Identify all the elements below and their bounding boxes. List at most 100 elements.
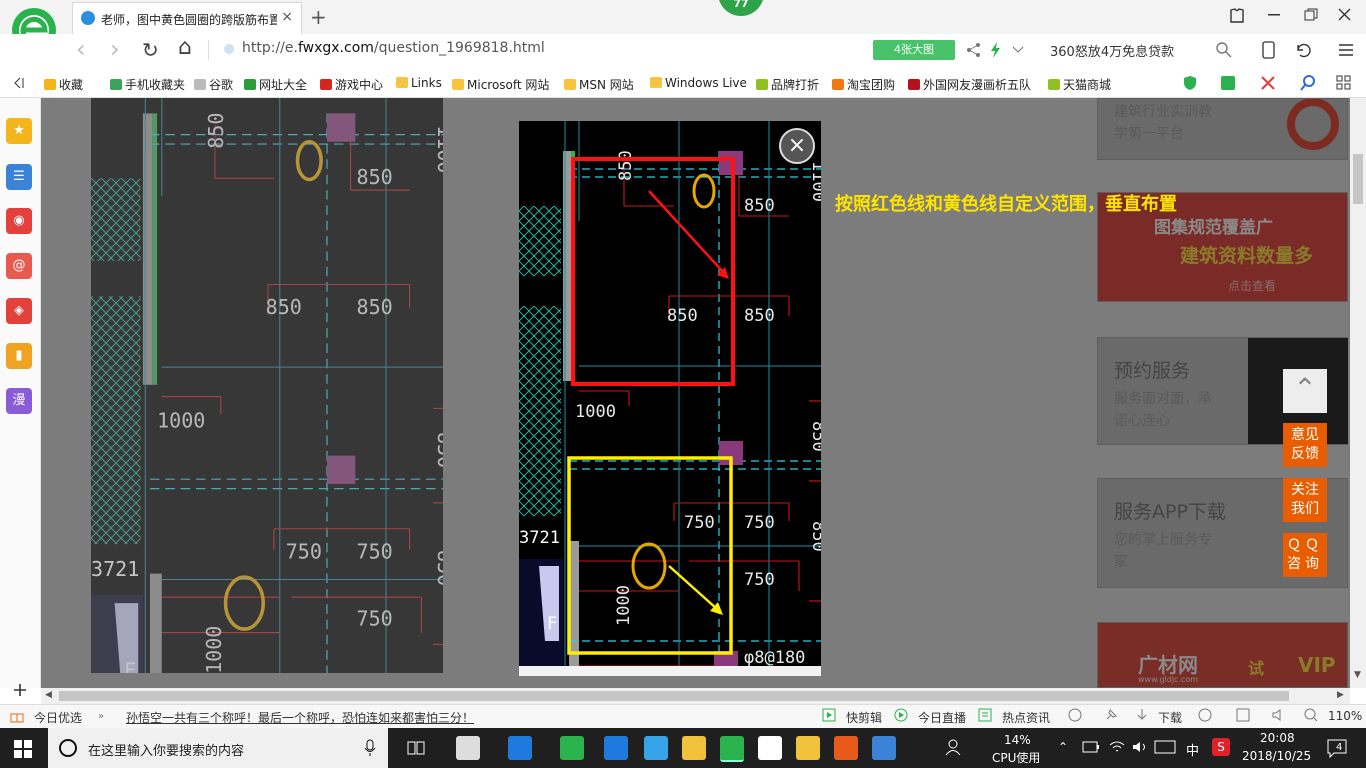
collapse-left-icon[interactable] (12, 77, 24, 89)
back-button[interactable]: ‹ (76, 35, 86, 63)
vertical-scrollbar[interactable]: ▼ (1350, 98, 1366, 688)
people-icon[interactable] (944, 738, 962, 756)
big-picture-button[interactable]: 4张大图 (873, 40, 955, 60)
shirt-skin-icon[interactable] (1228, 7, 1246, 25)
bookmark-item[interactable]: 收藏 (44, 76, 83, 93)
browser-360-app-icon[interactable] (508, 736, 532, 760)
tab-close-icon[interactable]: × (281, 9, 293, 25)
weibo-icon[interactable]: ◉ (6, 208, 32, 234)
search-icon[interactable] (1216, 42, 1232, 58)
download-label[interactable]: 下载 (1158, 709, 1182, 726)
feedback-button[interactable]: 意见 反馈 (1283, 423, 1327, 467)
clock-date[interactable]: 2018/10/25 (1242, 749, 1311, 763)
apps-grid-icon[interactable] (1336, 75, 1352, 91)
lightning-icon[interactable] (990, 42, 1002, 58)
edge-app-icon[interactable] (604, 736, 628, 760)
restore-icon[interactable] (1304, 8, 1318, 22)
refresh-button[interactable]: ↻ (142, 38, 159, 62)
search-ad-text[interactable]: 360怒放4万免息贷款 (1050, 41, 1174, 60)
quick-edit[interactable]: 快剪辑 (846, 709, 882, 726)
game-icon[interactable]: ◈ (6, 298, 32, 324)
favorites-star-icon[interactable]: ★ (6, 118, 32, 144)
back-to-top-button[interactable]: ⌃ (1283, 369, 1327, 413)
minimize-icon[interactable] (1268, 14, 1282, 18)
bookmark-item[interactable]: Windows Live (650, 76, 747, 90)
ie-icon[interactable] (1198, 708, 1212, 722)
bookmark-item[interactable]: MSN 网站 (564, 76, 634, 93)
volume-icon[interactable] (1132, 740, 1150, 754)
pin-icon[interactable] (1104, 708, 1118, 722)
today-live[interactable]: 今日直播 (918, 709, 966, 726)
today-picks[interactable]: 今日优选 (34, 709, 82, 726)
file-explorer-app-icon[interactable] (682, 736, 706, 760)
add-sidebar-icon[interactable] (12, 682, 28, 698)
vertical-scroll-thumb[interactable] (1353, 154, 1363, 204)
keyboard-icon[interactable] (1154, 740, 1176, 754)
zoom-level[interactable]: 110% (1328, 709, 1362, 723)
browser-tab[interactable]: 老师，图中黄色圆圈的跨版筋布置 × (72, 2, 302, 34)
pdf-app-icon[interactable] (834, 736, 858, 760)
forward-button[interactable]: › (110, 35, 120, 63)
shield-icon[interactable] (1183, 75, 1197, 91)
bookmark-item[interactable]: 网址大全 (244, 76, 307, 93)
news-ticker-link[interactable]: 孙悟空一共有三个称呼！最后一个称呼，恐怕连如来都害怕三分！ (126, 709, 474, 726)
mobile-icon[interactable] (1262, 41, 1276, 59)
viewer-close-button[interactable]: × (779, 128, 815, 164)
speaker-icon[interactable] (1272, 708, 1288, 722)
download-icon[interactable] (1136, 708, 1148, 722)
url-field[interactable]: http://e.fwxgx.com/question_1969818.html (242, 40, 545, 56)
pinwheel-app-icon[interactable] (456, 736, 480, 760)
share-icon[interactable] (966, 42, 982, 58)
windows-start-icon[interactable] (14, 740, 32, 758)
speed-icon[interactable] (1068, 708, 1082, 722)
menu-icon[interactable] (1338, 42, 1354, 58)
window-icon[interactable] (1236, 708, 1250, 722)
search-tool-icon[interactable] (1300, 75, 1316, 91)
wifi-icon[interactable] (1108, 739, 1126, 755)
bookmark-item[interactable]: 品牌打折 (756, 76, 819, 93)
bottom-ad[interactable]: 广材网 www.gldjc.com 试 VIP (1097, 622, 1348, 688)
scroll-right-arrow-icon[interactable]: ▶ (1337, 690, 1344, 700)
qq-consult-button[interactable]: ＱＱ 咨询 (1283, 533, 1327, 577)
close-window-icon[interactable] (1338, 8, 1352, 22)
bookmark-item[interactable]: 手机收藏夹 (110, 76, 185, 93)
news-icon[interactable]: ☰ (6, 164, 32, 190)
scroll-down-arrow-icon[interactable]: ▼ (1354, 670, 1361, 680)
sogou-ime-icon[interactable]: S (1212, 738, 1230, 756)
bookmark-item[interactable]: Links (396, 76, 442, 90)
horizontal-scrollbar[interactable]: ◀ ▶ (41, 688, 1350, 704)
mail-icon[interactable]: @ (6, 253, 32, 279)
bookmark-item[interactable]: 游戏中心 (320, 76, 383, 93)
comic-icon[interactable]: 漫 (6, 388, 32, 414)
mail-app-icon[interactable] (758, 736, 782, 760)
notes-icon[interactable]: ▮ (6, 343, 32, 369)
site-info-icon[interactable] (224, 44, 234, 54)
clock-time[interactable]: 20:08 (1260, 731, 1295, 745)
top-promo-card[interactable]: 建筑行业实训教 学第一平台 (1097, 98, 1348, 160)
taskbar-search-box[interactable]: 在这里输入你要搜索的内容 (48, 728, 388, 768)
follow-button[interactable]: 关注 我们 (1283, 478, 1327, 522)
chevron-down-icon[interactable] (1012, 46, 1024, 54)
microphone-icon[interactable] (364, 739, 376, 757)
undo-icon[interactable] (1294, 42, 1312, 58)
bookmark-item[interactable]: 天猫商城 (1048, 76, 1111, 93)
ie-app-icon[interactable] (644, 736, 668, 760)
scissors-icon[interactable] (1260, 75, 1276, 91)
battery-icon[interactable] (1082, 741, 1100, 753)
bookmark-item[interactable]: 外国网友漫画析五队 (908, 76, 1031, 93)
bookmark-item[interactable]: 淘宝团购 (832, 76, 895, 93)
scroll-left-arrow-icon[interactable]: ◀ (45, 690, 52, 700)
browser-active-app-icon[interactable] (720, 736, 744, 762)
tray-chevron-icon[interactable]: ⌃ (1058, 740, 1068, 754)
screenshot-app-icon[interactable] (872, 736, 896, 760)
bookmark-item[interactable]: Microsoft 网站 (452, 76, 549, 93)
translate-icon[interactable] (1220, 75, 1236, 91)
image-viewer[interactable]: 850 850 850 850 1000 750 750 750 1000 F 3721 φ8@180… (519, 121, 821, 666)
hot-news[interactable]: 热点资讯 (1002, 709, 1050, 726)
task-view-icon[interactable] (406, 738, 426, 758)
new-tab-button[interactable]: + (310, 5, 327, 29)
bookmark-item[interactable]: 谷歌 (194, 76, 233, 93)
zoom-icon[interactable] (1304, 708, 1318, 722)
ime-indicator[interactable]: 中 (1186, 740, 1199, 759)
sticky-notes-app-icon[interactable] (796, 736, 820, 760)
